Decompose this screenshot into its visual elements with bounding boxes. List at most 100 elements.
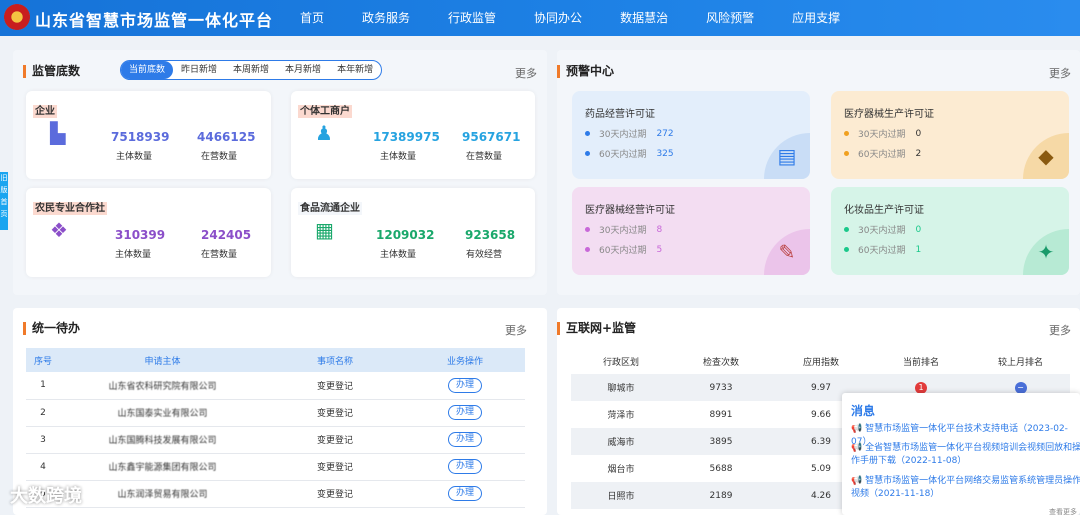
col-header: 事项名称 [265,348,405,372]
tab-yesterday[interactable]: 昨日新增 [173,61,225,79]
old-homepage-tab[interactable]: 旧版首页 [0,172,8,230]
warning-title: 预警中心 [557,65,614,78]
card-caption-total: 主体数量 [380,250,417,260]
nav-app-support[interactable]: 应用支撑 [792,0,840,36]
graduate-icon: ◆ [1023,133,1069,179]
cell-checks: 3895 [671,428,771,455]
card-value-active: 242405 [201,228,252,242]
nav-gov-service[interactable]: 政务服务 [362,0,410,36]
warning-more-link[interactable]: 更多 [1049,65,1071,81]
col-header: 应用指数 [802,357,839,368]
card-cooperative[interactable]: 农民专业合作社 ❖ 310399 主体数量 242405 在营数量 [26,188,271,277]
warn-row-30: 30天内过期 272 [585,127,674,140]
table-row: 2 山东国泰实业有限公司 变更登记 办理 [26,399,525,427]
cell-item: 变更登记 [265,399,405,427]
warn-row-60: 60天内过期 5 [585,243,662,256]
cell-region: 日照市 [571,482,671,509]
cell-no: 4 [26,453,60,481]
card-food-circulation[interactable]: 食品流通企业 ▦ 1209032 主体数量 923658 有效经营 [291,188,535,277]
cell-subject: 山东润泽贸易有限公司 [60,480,265,508]
top-bar: 山东省智慧市场监管一体化平台 首页 政务服务 行政监管 协同办公 数据慧治 风险… [0,0,1080,36]
watermark: 大数跨境 [10,486,82,507]
col-header: 较上月排名 [997,357,1043,368]
table-row: 4 山东鑫宇能源集团有限公司 变更登记 办理 [26,453,525,481]
warn-row-30: 30天内过期 0 [844,127,921,140]
col-header: 当前排名 [902,357,939,368]
minus-icon: − [1014,381,1027,394]
warn-cosmetics-license[interactable]: 化妆品生产许可证 30天内过期 0 60天内过期 1 ✦ [831,187,1069,275]
card-enterprise[interactable]: 企业 ▙ 7518939 主体数量 4466125 在营数量 [26,91,271,179]
message-item[interactable]: 📢 全省智慧市场监管一体化平台视频培训会视频回放和操作手册下载（2022-11-… [851,442,1080,468]
warn-device-business-license[interactable]: 医疗器械经营许可证 30天内过期 8 60天内过期 5 ✎ [572,187,810,275]
supervision-tabs: 当前底数 昨日新增 本周新增 本月新增 本年新增 [120,60,383,80]
card-label: 食品流通企业 [298,202,362,215]
card-individual-business[interactable]: 个体工商户 ♟ 17389975 主体数量 9567671 在营数量 [291,91,535,179]
internet-more-link[interactable]: 更多 [1049,322,1071,338]
card-value-active: 4466125 [197,130,256,144]
handle-button[interactable]: 办理 [447,486,482,501]
card-caption-active: 在营数量 [201,250,238,260]
warn-row-60: 60天内过期 325 [585,147,674,160]
cell-checks: 9733 [671,374,771,401]
cell-op: 办理 [405,372,525,400]
warn-title: 医疗器械经营许可证 [585,205,675,216]
warn-row-60: 60天内过期 2 [844,147,921,160]
nav-admin-supervision[interactable]: 行政监管 [448,0,496,36]
cell-item: 变更登记 [265,372,405,400]
rank-badge: 1 [915,381,927,394]
card-value-active: 923658 [465,228,516,242]
cell-item: 变更登记 [265,453,405,481]
app-title: 山东省智慧市场监管一体化平台 [35,11,274,30]
card-label: 个体工商户 [298,105,352,118]
warn-title: 医疗器械生产许可证 [844,109,934,120]
warn-drug-license[interactable]: 药品经营许可证 30天内过期 272 60天内过期 325 ▤ [572,91,810,179]
nav-data-governance[interactable]: 数据慧治 [620,0,668,36]
store-icon: ▦ [315,218,334,242]
internet-title: 互联网+监管 [557,322,636,335]
nav-collab-office[interactable]: 协同办公 [534,0,582,36]
supervision-title: 监管底数 [23,65,80,78]
card-label: 企业 [33,105,57,118]
todo-table: 序号 申请主体 事项名称 业务操作 1 山东省农科研究院有限公司 变更登记 办理… [26,348,525,508]
cooperative-icon: ❖ [50,218,68,242]
tab-this-week[interactable]: 本周新增 [225,61,277,79]
handle-button[interactable]: 办理 [447,459,482,474]
handle-button[interactable]: 办理 [447,405,482,420]
cell-subject: 山东省农科研究院有限公司 [60,372,265,400]
card-value-total: 17389975 [373,130,440,144]
lightbulb-icon: ✦ [1023,229,1069,275]
col-header: 业务操作 [405,348,525,372]
message-title: 消息 [851,404,876,418]
card-value-total: 7518939 [111,130,170,144]
col-header: 申请主体 [60,348,265,372]
supervision-more-link[interactable]: 更多 [515,65,537,81]
clipboard-icon: ▤ [764,133,810,179]
national-emblem-icon [4,4,30,30]
todo-more-link[interactable]: 更多 [505,322,527,338]
cell-no: 2 [26,399,60,427]
col-header: 序号 [26,348,60,372]
nav-risk-warning[interactable]: 风险预警 [706,0,754,36]
tab-current[interactable]: 当前底数 [121,61,174,79]
cell-region: 聊城市 [571,374,671,401]
message-view-more-link[interactable]: 查看更多 [1049,507,1077,515]
message-item[interactable]: 📢 智慧市场监管一体化平台网络交易监管系统管理员操作视频（2021-11-18） [851,475,1080,501]
warn-device-production-license[interactable]: 医疗器械生产许可证 30天内过期 0 60天内过期 2 ◆ [831,91,1069,179]
nav-home[interactable]: 首页 [300,0,324,36]
handle-button[interactable]: 办理 [447,377,482,393]
todo-title: 统一待办 [23,322,80,335]
table-row: 5 山东润泽贸易有限公司 变更登记 办理 [26,480,525,508]
card-caption-active: 在营数量 [466,152,503,162]
cell-op: 办理 [405,426,525,454]
cell-subject: 山东鑫宇能源集团有限公司 [60,453,265,481]
tab-this-year[interactable]: 本年新增 [329,61,381,79]
handle-button[interactable]: 办理 [447,432,482,447]
card-caption-total: 主体数量 [115,250,152,260]
tab-this-month[interactable]: 本月新增 [277,61,329,79]
cell-no: 3 [26,426,60,454]
card-caption-total: 主体数量 [380,152,417,162]
warn-row-30: 30天内过期 0 [844,223,921,236]
card-caption-active: 在营数量 [201,152,238,162]
cell-op: 办理 [405,453,525,481]
cell-no: 1 [26,372,60,400]
